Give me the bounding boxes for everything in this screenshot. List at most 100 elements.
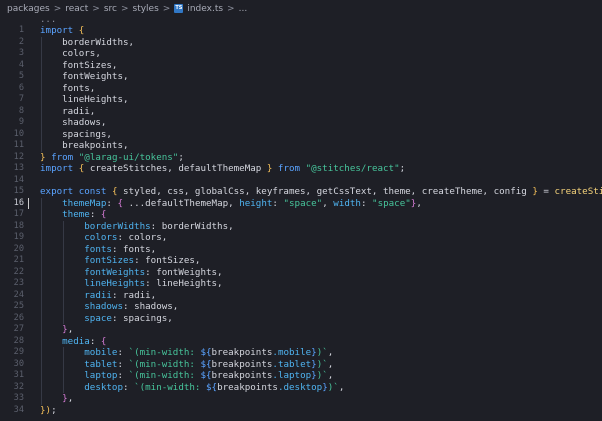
code-line[interactable]: 25 shadows: shadows, xyxy=(0,301,602,313)
line-number: 9 xyxy=(18,117,24,127)
code-token: fontSizes xyxy=(84,255,135,266)
code-line[interactable]: 30 tablet: `(min-width: ${breakpoints.ta… xyxy=(0,359,602,371)
code-token: : xyxy=(89,335,101,347)
code-line[interactable]: 16 themeMap: { ...defaultThemeMap, heigh… xyxy=(0,197,602,210)
text-cursor xyxy=(28,197,29,209)
code-text: fonts: fonts, xyxy=(40,244,156,256)
code-text: radii: radii, xyxy=(40,290,156,302)
code-token: : colors, xyxy=(117,232,168,243)
code-token: : fonts, xyxy=(111,243,157,255)
code-text: radii, xyxy=(40,106,95,118)
breadcrumb-item-styles[interactable]: styles xyxy=(133,4,159,14)
code-token: , xyxy=(338,381,345,393)
code-token: themeMap xyxy=(62,197,107,209)
code-text: colors, xyxy=(40,48,101,60)
code-line[interactable]: 26 space: spacings, xyxy=(0,313,602,325)
code-token: : xyxy=(123,381,135,393)
code-line[interactable]: 31 laptop: `(min-width: ${breakpoints.la… xyxy=(0,370,602,382)
code-line[interactable]: 1 import { xyxy=(0,25,602,37)
code-line[interactable]: 15 export const { styled, css, globalCss,… xyxy=(0,186,602,198)
code-text: media: { xyxy=(40,336,106,348)
line-number: 33 xyxy=(13,393,24,403)
code-line[interactable]: 11 breakpoints, xyxy=(0,140,602,152)
code-line[interactable]: 2 borderWidths, xyxy=(0,37,602,49)
code-token: ...defaultThemeMap, xyxy=(123,197,240,209)
code-line[interactable]: 27 }, xyxy=(0,324,602,336)
code-area[interactable]: 1 import {2 borderWidths, 3 colors, 4 fontS… xyxy=(0,25,602,416)
breadcrumb-item-file[interactable]: index.ts xyxy=(187,4,223,14)
code-line[interactable]: 18 borderWidths: borderWidths, xyxy=(0,221,602,233)
code-token: fontWeights xyxy=(84,266,146,278)
code-line[interactable]: 22 fontWeights: fontWeights, xyxy=(0,267,602,279)
code-text: themeMap: { ...defaultThemeMap, height: … xyxy=(40,198,422,210)
code-line[interactable]: 17 theme: { xyxy=(0,209,602,221)
breadcrumb-item-src[interactable]: src xyxy=(104,4,117,14)
breadcrumb-item-symbol[interactable]: ... xyxy=(239,4,248,14)
code-line[interactable]: 9 shadows, xyxy=(0,117,602,129)
code-text: fontSizes, xyxy=(40,60,117,72)
code-token: from xyxy=(272,163,306,174)
code-token: ${ xyxy=(200,358,212,370)
breadcrumb-item-packages[interactable]: packages xyxy=(7,4,50,14)
code-token: ; xyxy=(178,151,184,163)
code-token: space xyxy=(84,312,112,324)
code-text: colors: colors, xyxy=(40,232,167,244)
code-line[interactable]: 19 colors: colors, xyxy=(0,232,602,244)
code-token: height xyxy=(239,197,273,209)
code-token: const xyxy=(78,186,112,197)
code-token: : xyxy=(117,370,129,381)
line-number: 14 xyxy=(13,174,24,185)
code-line[interactable]: 3 colors, xyxy=(0,48,602,60)
code-token: "@stitches/react" xyxy=(305,163,400,174)
line-number: 5 xyxy=(18,71,24,81)
code-line[interactable]: 28 media: { xyxy=(0,336,602,348)
folded-region-marker[interactable]: ... xyxy=(0,15,602,25)
line-number: 1 xyxy=(18,25,24,35)
line-number: 23 xyxy=(13,278,24,288)
code-token: : xyxy=(272,197,284,209)
code-line[interactable]: 4 fontSizes, xyxy=(0,60,602,72)
code-text: lineHeights: lineHeights, xyxy=(40,278,223,290)
code-token: fontWeights, xyxy=(40,71,129,82)
code-line[interactable]: 8 radii, xyxy=(0,106,602,118)
code-token: : spacings, xyxy=(111,312,173,324)
code-line[interactable]: 20 fonts: fonts, xyxy=(0,244,602,256)
code-token: shadows, xyxy=(40,117,107,128)
code-line[interactable]: 23 lineHeights: lineHeights, xyxy=(0,278,602,290)
code-line[interactable]: 34}); xyxy=(0,405,602,417)
code-line[interactable]: 24 radii: radii, xyxy=(0,290,602,302)
code-token: colors xyxy=(84,232,118,243)
chevron-right-icon: > xyxy=(92,3,100,14)
line-number: 25 xyxy=(13,301,24,311)
code-line[interactable]: 6 fonts, xyxy=(0,83,602,95)
code-line[interactable]: 21 fontSizes: fontSizes, xyxy=(0,255,602,267)
code-token: : xyxy=(106,197,118,209)
code-token: "space" xyxy=(283,197,323,209)
breadcrumb-item-react[interactable]: react xyxy=(65,4,88,14)
code-line[interactable]: 14 xyxy=(0,175,602,187)
code-line[interactable]: 10 spacings, xyxy=(0,129,602,141)
code-token: `(min-width: xyxy=(128,347,201,358)
code-line[interactable]: 5 fontWeights, xyxy=(0,71,602,83)
code-editor[interactable]: packages > react > src > styles > TS ind… xyxy=(0,0,602,421)
code-line[interactable]: 7 lineHeights, xyxy=(0,94,602,106)
chevron-right-icon: > xyxy=(53,3,62,14)
code-token: export xyxy=(40,186,79,197)
code-token: : xyxy=(360,197,373,209)
code-line[interactable]: 33 }, xyxy=(0,393,602,405)
code-line[interactable]: 12} from "@larag-ui/tokens"; xyxy=(0,152,602,164)
code-text: fonts, xyxy=(40,83,95,95)
code-line[interactable]: 29 mobile: `(min-width: ${breakpoints.mo… xyxy=(0,347,602,359)
code-line[interactable]: 32 desktop: `(min-width: ${breakpoints.d… xyxy=(0,382,602,394)
code-token: : lineHeights, xyxy=(145,278,223,289)
code-line[interactable]: 13 import { createStitches, defaultThemeM… xyxy=(0,163,602,175)
code-token: shadows xyxy=(84,301,123,312)
